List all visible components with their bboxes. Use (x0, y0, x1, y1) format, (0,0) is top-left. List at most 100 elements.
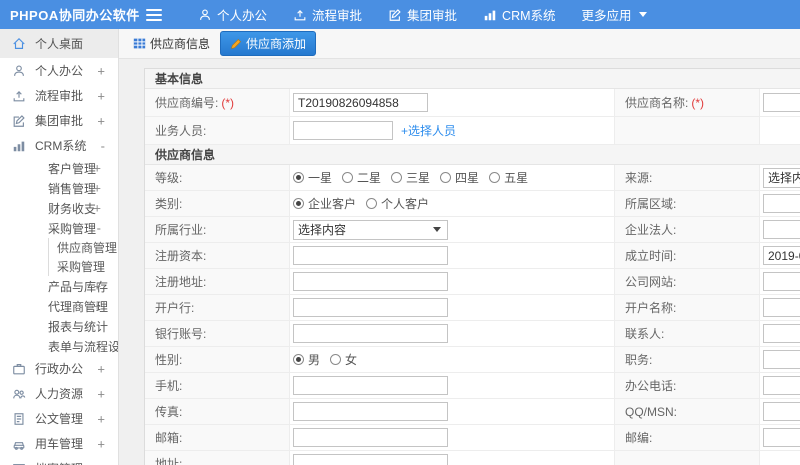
select-dropdown[interactable]: 选择内容 (763, 167, 800, 188)
edit-icon (388, 8, 402, 22)
text-input[interactable] (763, 220, 800, 239)
topnav-item[interactable]: 个人办公 (198, 5, 267, 24)
field-label (615, 451, 760, 465)
sidebar-item[interactable]: 个人桌面 (0, 29, 118, 58)
text-input[interactable] (293, 454, 448, 465)
text-input[interactable] (293, 272, 448, 291)
tab-active[interactable]: 供应商添加 (220, 31, 317, 56)
text-input[interactable] (293, 428, 448, 447)
topnav-item-label: 个人办公 (217, 9, 268, 23)
radio-checked-icon[interactable] (293, 198, 304, 209)
form-row: 性别: 男女职务: (145, 347, 800, 373)
sidebar-item[interactable]: CRM系统 - (0, 133, 118, 158)
topnav-item[interactable]: CRM系统 (483, 5, 556, 24)
field-value (290, 269, 615, 294)
radio-option[interactable]: 企业客户 (293, 195, 356, 212)
sidebar-item[interactable]: 表单与流程设置+ (0, 336, 118, 356)
expand-icon[interactable]: + (97, 387, 105, 400)
sidebar-item[interactable]: 集团审批 + (0, 108, 118, 133)
collapse-icon[interactable]: - (97, 222, 101, 235)
expand-icon[interactable]: + (97, 64, 105, 77)
people-icon (12, 386, 27, 401)
choose-person-link[interactable]: +选择人员 (401, 122, 456, 139)
text-input[interactable] (293, 246, 448, 265)
form-row: 注册资本: 成立时间: (145, 243, 800, 269)
radio-option[interactable]: 四星 (440, 169, 479, 186)
expand-icon[interactable]: + (93, 162, 101, 175)
expand-icon[interactable]: + (97, 412, 105, 425)
expand-icon[interactable]: + (93, 182, 101, 195)
sidebar-item[interactable]: 行政办公 + (0, 356, 118, 381)
expand-icon[interactable]: + (93, 300, 101, 313)
text-input[interactable] (763, 428, 800, 447)
form-row: 银行账号: 联系人: (145, 321, 800, 347)
radio-unchecked-icon[interactable] (391, 172, 403, 183)
tab-inactive[interactable]: 供应商信息 (133, 35, 210, 52)
text-input[interactable] (293, 121, 393, 140)
field-label: 所属区域: (615, 191, 760, 216)
collapse-icon[interactable]: - (101, 139, 105, 152)
radio-option[interactable]: 五星 (489, 169, 528, 186)
text-input[interactable] (293, 376, 448, 395)
text-input[interactable] (763, 324, 800, 343)
topnav-item[interactable]: 流程审批 (293, 5, 362, 24)
sidebar-item[interactable]: 公文管理 + (0, 406, 118, 431)
sidebar-item[interactable]: 采购管理 - (0, 218, 118, 238)
radio-option[interactable]: 个人客户 (366, 195, 429, 212)
text-input[interactable] (763, 93, 800, 112)
radio-unchecked-icon[interactable] (440, 172, 452, 183)
sidebar-item-label: 客户管理 (48, 161, 97, 176)
radio-option[interactable]: 男 (293, 351, 320, 368)
sidebar-item[interactable]: 产品与库存 + (0, 276, 118, 296)
radio-checked-icon[interactable] (293, 172, 304, 183)
sidebar-item[interactable]: 流程审批 + (0, 83, 118, 108)
sidebar-item[interactable]: 客户管理 + (0, 158, 118, 178)
hamburger-menu-icon[interactable] (146, 7, 166, 23)
radio-checked-icon[interactable] (293, 354, 304, 365)
form-row: 注册地址: 公司网站: (145, 269, 800, 295)
sidebar-item[interactable]: 报表与统计 (0, 316, 118, 336)
field-value (760, 269, 800, 294)
radio-unchecked-icon[interactable] (330, 354, 342, 365)
sidebar-item[interactable]: 财务收支 + (0, 198, 118, 218)
text-input[interactable] (763, 194, 800, 213)
text-input[interactable] (293, 324, 448, 343)
radio-unchecked-icon[interactable] (342, 172, 354, 183)
text-input[interactable] (293, 93, 428, 112)
sidebar-item[interactable]: 采购管理 (48, 257, 118, 276)
sidebar-item[interactable]: 档案管理+ (0, 456, 118, 465)
expand-icon[interactable]: + (93, 202, 101, 215)
expand-icon[interactable]: + (97, 114, 105, 127)
radio-option[interactable]: 女 (330, 351, 357, 368)
field-value: +选择人员 (290, 117, 615, 144)
field-label: 开户名称: (615, 295, 760, 320)
expand-icon[interactable]: + (93, 280, 101, 293)
select-dropdown[interactable]: 选择内容 (293, 219, 448, 240)
text-input[interactable] (293, 402, 448, 421)
expand-icon[interactable]: + (97, 89, 105, 102)
radio-unchecked-icon[interactable] (489, 172, 501, 183)
radio-option[interactable]: 一星 (293, 169, 332, 186)
text-input[interactable] (763, 272, 800, 291)
sidebar-item[interactable]: 用车管理 + (0, 431, 118, 456)
field-value (290, 373, 615, 398)
radio-option[interactable]: 三星 (391, 169, 430, 186)
sidebar-item[interactable]: 代理商管理 + (0, 296, 118, 316)
text-input[interactable] (763, 376, 800, 395)
text-input[interactable] (763, 298, 800, 317)
sidebar-item[interactable]: 个人办公 + (0, 58, 118, 83)
radio-unchecked-icon[interactable] (366, 198, 378, 209)
text-input[interactable] (293, 298, 448, 317)
sidebar-item[interactable]: 供应商管理 (48, 238, 118, 257)
expand-icon[interactable]: + (97, 437, 105, 450)
radio-option[interactable]: 二星 (342, 169, 381, 186)
text-input[interactable] (763, 350, 800, 369)
sidebar-item[interactable]: 人力资源 + (0, 381, 118, 406)
topnav-item[interactable]: 集团审批 (388, 5, 457, 24)
sidebar-item[interactable]: 销售管理 + (0, 178, 118, 198)
topnav-item[interactable]: 更多应用 (582, 5, 647, 24)
expand-icon[interactable]: + (97, 362, 105, 375)
text-input[interactable] (763, 402, 800, 421)
text-input[interactable] (763, 246, 800, 265)
topbar: PHPOA协同办公软件 个人办公 流程审批 集团审批 CRM系统 更多应用 (0, 0, 800, 29)
